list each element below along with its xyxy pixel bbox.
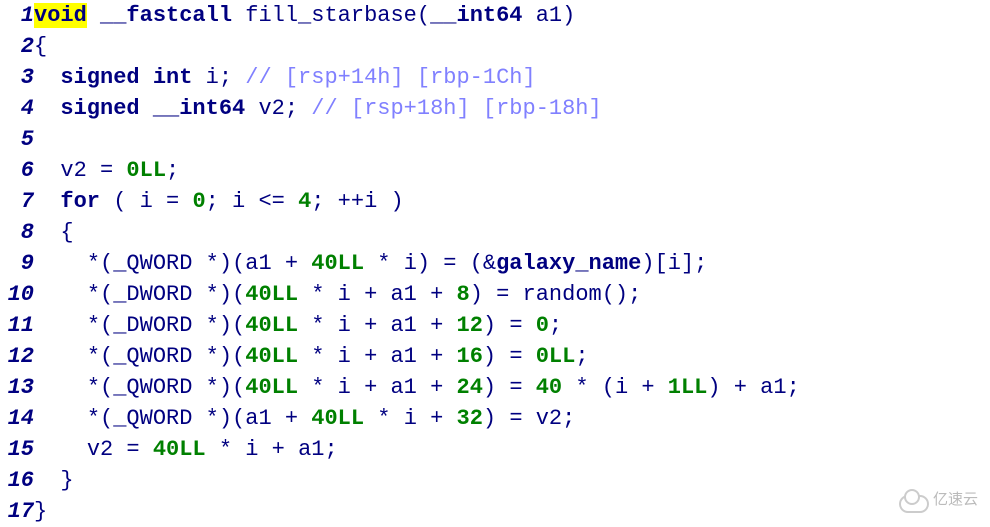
code-line: 3 signed int i; // [rsp+14h] [rbp-1Ch]: [0, 62, 990, 93]
line-number: 17: [0, 496, 34, 527]
line-number: 13: [0, 372, 34, 403]
code-content: *(_QWORD *)(a1 + 40LL * i) = (&galaxy_na…: [34, 248, 707, 279]
line-number: 5: [0, 124, 34, 155]
code-line: 12 *(_QWORD *)(40LL * i + a1 + 16) = 0LL…: [0, 341, 990, 372]
code-line: 17}: [0, 496, 990, 527]
line-number: 2: [0, 31, 34, 62]
code-line: 4 signed __int64 v2; // [rsp+18h] [rbp-1…: [0, 93, 990, 124]
code-content: v2 = 0LL;: [34, 155, 179, 186]
code-content: v2 = 40LL * i + a1;: [34, 434, 338, 465]
watermark-text: 亿速云: [933, 484, 978, 515]
line-number: 12: [0, 341, 34, 372]
code-line: 16 }: [0, 465, 990, 496]
code-content: {: [34, 31, 47, 62]
code-line: 7 for ( i = 0; i <= 4; ++i ): [0, 186, 990, 217]
code-content: *(_QWORD *)(40LL * i + a1 + 16) = 0LL;: [34, 341, 589, 372]
line-number: 10: [0, 279, 34, 310]
line-number: 11: [0, 310, 34, 341]
code-content: [34, 124, 47, 155]
code-line: 6 v2 = 0LL;: [0, 155, 990, 186]
line-number: 14: [0, 403, 34, 434]
line-number: 1: [0, 0, 34, 31]
line-number: 9: [0, 248, 34, 279]
code-content: signed int i; // [rsp+14h] [rbp-1Ch]: [34, 62, 536, 93]
line-number: 8: [0, 217, 34, 248]
code-line: 10 *(_DWORD *)(40LL * i + a1 + 8) = rand…: [0, 279, 990, 310]
code-content: {: [34, 217, 74, 248]
line-number: 15: [0, 434, 34, 465]
watermark: 亿速云: [894, 484, 978, 515]
code-line: 9 *(_QWORD *)(a1 + 40LL * i) = (&galaxy_…: [0, 248, 990, 279]
code-line: 1void __fastcall fill_starbase(__int64 a…: [0, 0, 990, 31]
line-number: 4: [0, 93, 34, 124]
line-number: 3: [0, 62, 34, 93]
code-content: *(_DWORD *)(40LL * i + a1 + 8) = random(…: [34, 279, 641, 310]
code-line: 5: [0, 124, 990, 155]
code-content: *(_QWORD *)(40LL * i + a1 + 24) = 40 * (…: [34, 372, 800, 403]
code-content: }: [34, 496, 47, 527]
line-number: 7: [0, 186, 34, 217]
code-line: 14 *(_QWORD *)(a1 + 40LL * i + 32) = v2;: [0, 403, 990, 434]
line-number: 6: [0, 155, 34, 186]
code-content: void __fastcall fill_starbase(__int64 a1…: [34, 0, 575, 31]
code-line: 2{: [0, 31, 990, 62]
line-number: 16: [0, 465, 34, 496]
code-line: 15 v2 = 40LL * i + a1;: [0, 434, 990, 465]
code-content: }: [34, 465, 74, 496]
code-line: 13 *(_QWORD *)(40LL * i + a1 + 24) = 40 …: [0, 372, 990, 403]
decompiled-code-view: 1void __fastcall fill_starbase(__int64 a…: [0, 0, 990, 527]
cloud-icon: [894, 489, 928, 511]
code-content: signed __int64 v2; // [rsp+18h] [rbp-18h…: [34, 93, 602, 124]
code-content: *(_DWORD *)(40LL * i + a1 + 12) = 0;: [34, 310, 562, 341]
code-line: 11 *(_DWORD *)(40LL * i + a1 + 12) = 0;: [0, 310, 990, 341]
code-content: for ( i = 0; i <= 4; ++i ): [34, 186, 404, 217]
code-content: *(_QWORD *)(a1 + 40LL * i + 32) = v2;: [34, 403, 575, 434]
code-line: 8 {: [0, 217, 990, 248]
